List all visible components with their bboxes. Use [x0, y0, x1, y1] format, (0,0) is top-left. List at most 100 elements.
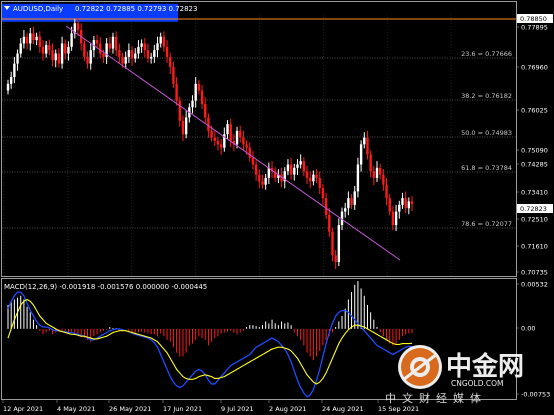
- candle-body: [401, 198, 404, 205]
- cngold-logo-icon: [398, 345, 442, 389]
- candle-body: [124, 56, 127, 64]
- candle-body: [13, 63, 16, 78]
- time-tick-label: 12 Apr 2021: [3, 405, 43, 413]
- candle-body: [305, 171, 309, 178]
- candle-body: [359, 144, 363, 165]
- candle-body: [404, 198, 407, 209]
- candle-body: [29, 33, 32, 44]
- candle-body: [229, 124, 232, 141]
- macd-tick-label: 0.00532: [521, 281, 548, 289]
- candle-body: [369, 154, 372, 172]
- candle-body: [251, 157, 255, 165]
- candle-body: [363, 137, 366, 145]
- candle-body: [95, 40, 99, 44]
- candle-body: [22, 36, 26, 44]
- candle-body: [197, 83, 201, 91]
- candle-body: [398, 204, 401, 212]
- candle-body: [331, 231, 334, 256]
- candle-body: [137, 46, 140, 54]
- candle-body: [60, 43, 64, 64]
- candle-body: [178, 100, 181, 121]
- candle-body: [108, 43, 111, 49]
- candle-body: [51, 50, 54, 61]
- candle-body: [89, 50, 92, 64]
- candle-body: [350, 198, 353, 205]
- candle-body: [25, 36, 29, 44]
- candle-body: [83, 43, 86, 57]
- macd-tick-label: 0.00: [521, 325, 535, 333]
- ohlc-values: 0.72822 0.72885 0.72793 0.72823: [75, 5, 197, 13]
- time-tick-label: 26 May 2021: [109, 405, 151, 413]
- candle-body: [57, 53, 61, 64]
- chart-window: 23.6 = 0.77666 38.2 = 0.76182 50.0 = 0.749…: [0, 0, 554, 415]
- candle-body: [385, 184, 388, 199]
- fibonacci-level-label: 50.0 = 0.74983: [461, 129, 512, 137]
- candle-body: [337, 225, 341, 262]
- watermark-subtitle: 中文财经媒体: [385, 391, 487, 405]
- candle-body: [207, 117, 210, 131]
- candle-body: [226, 124, 229, 135]
- current-price-tag-label: 0.72823: [520, 205, 547, 213]
- candle-body: [38, 36, 42, 47]
- macd-header: MACD(12,26,9) -0.001918 -0.001576 0.0000…: [4, 283, 207, 291]
- candle-body: [175, 83, 178, 101]
- candle-body: [118, 50, 121, 57]
- candle-body: [165, 46, 169, 57]
- macd-tick-label: -0.00753: [521, 391, 550, 399]
- high-price-tag-label: 0.78850: [520, 15, 547, 23]
- price-tick-label: 0.75090: [521, 147, 548, 155]
- candle-body: [353, 191, 356, 205]
- candle-body: [248, 147, 251, 158]
- candle-body: [309, 177, 312, 182]
- candle-body: [378, 167, 382, 175]
- watermark-domain: CNGOLD.COM: [451, 379, 504, 388]
- candle-body: [366, 137, 369, 155]
- candle-body: [321, 188, 325, 199]
- candle-body: [302, 161, 306, 172]
- candle-body: [44, 45, 48, 54]
- candle-body: [318, 177, 321, 189]
- chart-header: AUDUSD,Daily 0.72822 0.72885 0.72793 0.7…: [4, 5, 197, 13]
- candle-body: [86, 56, 89, 64]
- candle-body: [293, 167, 296, 175]
- candle-body: [146, 50, 150, 59]
- candle-body: [200, 90, 204, 104]
- candle-body: [394, 211, 398, 226]
- symbol-label: AUDUSD,Daily: [13, 5, 63, 13]
- candle-body: [169, 56, 172, 67]
- candle-body: [114, 36, 118, 51]
- candle-body: [343, 208, 347, 212]
- candle-body: [127, 50, 131, 57]
- candle-body: [312, 174, 315, 182]
- candle-body: [382, 174, 385, 185]
- candle-body: [64, 43, 67, 54]
- candle-body: [388, 198, 391, 212]
- candle-body: [267, 167, 271, 178]
- time-tick-label: 2 Aug 2021: [269, 405, 307, 413]
- candle-body: [48, 45, 51, 51]
- watermark-brand: 中金网: [446, 351, 524, 382]
- candle-body: [324, 198, 328, 215]
- candle-body: [245, 144, 248, 148]
- candle-body: [261, 181, 264, 185]
- fibonacci-level-label: 38.2 = 0.76182: [461, 92, 512, 100]
- candle-body: [328, 214, 331, 232]
- candle-body: [70, 33, 73, 47]
- candle-body: [315, 174, 318, 178]
- candle-body: [111, 36, 115, 49]
- candle-body: [149, 56, 153, 59]
- price-tick-label: 0.77895: [521, 24, 548, 32]
- candle-body: [16, 53, 19, 64]
- candle-body: [407, 201, 411, 209]
- candle-body: [156, 43, 159, 51]
- price-tick-label: 0.76025: [521, 107, 548, 115]
- candle-body: [296, 164, 299, 168]
- candle-body: [181, 120, 185, 135]
- candle-body: [410, 201, 414, 205]
- candle-body: [216, 140, 220, 145]
- candle-body: [286, 164, 290, 172]
- candle-body: [159, 36, 162, 44]
- price-tick-label: 0.74285: [521, 161, 548, 169]
- price-tick-label: 0.70735: [521, 269, 548, 277]
- candle-body: [239, 130, 242, 138]
